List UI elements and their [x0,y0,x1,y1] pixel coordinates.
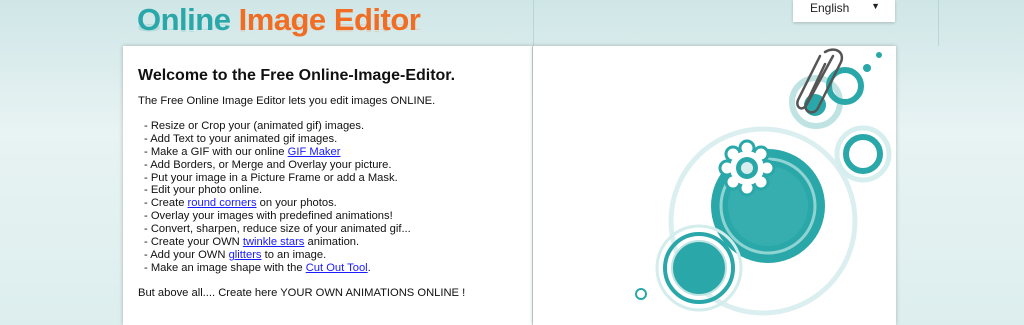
feature-list-item: - Add your OWN glitters to an image. [144,249,528,262]
feature-text-suffix: on your photos. [256,197,337,210]
language-selected-value: English [810,1,850,15]
feature-list-item: - Make a GIF with our online GIF Maker [144,146,528,159]
circles-decoration-image [635,48,892,316]
feature-list-item: - Add Borders, or Merge and Overlay your… [144,159,528,172]
feature-link[interactable]: Cut Out Tool [306,262,368,274]
feature-list-item: - Make an image shape with the Cut Out T… [144,262,528,275]
feature-list-item: - Resize or Crop your (animated gif) ima… [144,120,528,133]
feature-link[interactable]: round corners [188,197,257,209]
header-divider [938,0,939,46]
decor-circle [863,64,871,72]
page-title: Welcome to the Free Online-Image-Editor. [138,67,456,84]
feature-text-suffix: animation. [304,236,360,249]
feature-text-suffix: to an image. [261,248,327,261]
dropdown-arrow-icon: ▼ [871,1,880,11]
feature-text: - Convert, sharpen, reduce size of your … [144,223,411,236]
feature-list-item: - Overlay your images with predefined an… [144,210,528,223]
main-content-panel: Welcome to the Free Online-Image-Editor.… [123,46,532,325]
feature-text: - Make an image shape with the [144,261,306,274]
feature-text: - Add your OWN [144,248,229,261]
intro-text: The Free Online Image Editor lets you ed… [138,95,436,107]
feature-link[interactable]: glitters [229,249,262,261]
decor-circle [876,52,882,58]
feature-list-item: - Add Text to your animated gif images. [144,133,528,146]
feature-text: - Make a GIF with our online [144,145,288,158]
decor-circle [855,146,871,162]
feature-list-item: - Edit your photo online. [144,184,528,197]
feature-text: - Edit your photo online. [144,184,263,197]
welcome-content: Welcome to the Free Online-Image-Editor.… [138,67,528,300]
feature-text: - Put your image in a Picture Frame or a… [144,171,398,184]
footer-text: But above all.... Create here YOUR OWN A… [138,286,466,299]
feature-link[interactable]: twinkle stars [243,236,305,248]
feature-list-item: - Convert, sharpen, reduce size of your … [144,223,528,236]
language-select[interactable]: English ▼ [793,0,895,22]
feature-list-item: - Create round corners on your photos. [144,197,528,210]
flower-shape [718,139,776,197]
feature-text: - Create [144,197,188,210]
feature-text-suffix: ! [389,210,393,223]
feature-text: - Resize or Crop your (animated gif) ima… [144,119,365,132]
decor-circle [635,288,647,300]
feature-text: - Overlay your images with predefined an… [144,210,390,223]
logo-reflection: Online Image Editor [137,21,421,34]
feature-list-item: - Create your OWN twinkle stars animatio… [144,236,528,249]
feature-text: - Add Text to your animated gif images. [144,132,338,145]
decoration-panel [533,46,896,325]
feature-text-suffix: . [367,261,371,274]
feature-list-item: - Put your image in a Picture Frame or a… [144,172,528,185]
feature-text: - Add Borders, or Merge and Overlay your… [144,158,392,171]
feature-list: - Resize or Crop your (animated gif) ima… [138,120,528,275]
feature-link[interactable]: GIF Maker [288,146,341,158]
header-divider [533,0,534,46]
feature-text: - Create your OWN [144,236,243,249]
